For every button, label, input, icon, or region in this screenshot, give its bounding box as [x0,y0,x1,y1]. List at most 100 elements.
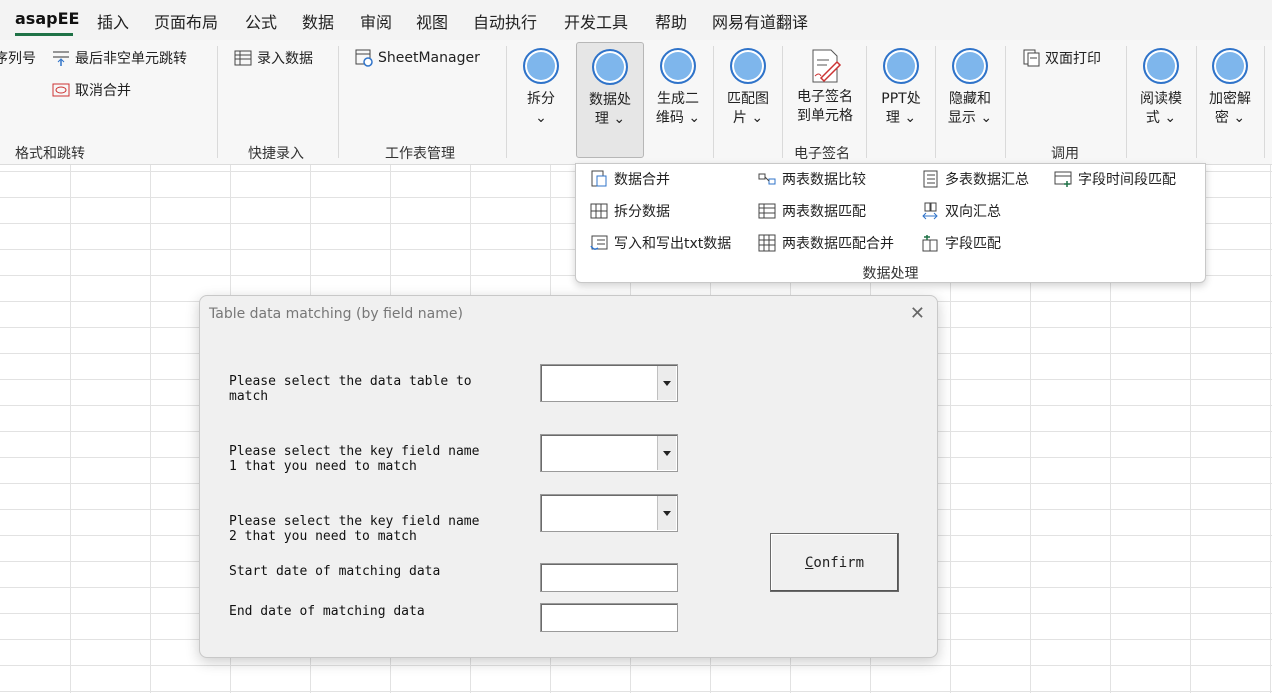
menu-bar: asapEE 插入 页面布局 公式 数据 审阅 视图 自动执行 开发工具 帮助 … [0,0,1272,40]
unmerge-button[interactable]: 取消合并 [52,79,131,101]
e-signature-button[interactable]: 电子签名 到单元格 [790,46,860,136]
label-select-table: Please select the data table to match [229,374,472,404]
menu-item-match-merge-two-tables[interactable]: 两表数据匹配合并 [758,231,894,255]
signature-pen-icon [807,48,843,84]
ribbon-separator [1126,46,1127,158]
ribbon: 序列号 最后非空单元跳转 取消合并 格式和跳转 录入数据 快捷录入 SheetM… [0,40,1272,165]
unmerge-icon [52,81,70,99]
generate-qrcode-button[interactable]: 生成二 维码 ⌄ [648,46,708,136]
menu-item-label: 拆分数据 [614,204,670,220]
ribbon-separator [782,46,783,158]
tab-automate[interactable]: 自动执行 [473,9,537,33]
group-label-sheet-management: 工作表管理 [385,146,455,162]
tab-asapee[interactable]: asapEE [15,9,79,28]
dialog-title: Table data matching (by field name) [209,306,463,322]
label-end-date: End date of matching data [229,604,425,619]
table-data-matching-dialog: Table data matching (by field name) ✕ Pl… [199,295,938,658]
ribbon-separator [506,46,507,158]
ribbon-separator [1196,46,1197,158]
menu-item-multi-table-summary[interactable]: 多表数据汇总 [921,167,1029,191]
circle-icon [883,48,919,84]
chevron-down-icon[interactable] [657,366,676,400]
sheet-manager-label: SheetManager [378,50,480,66]
duplex-print-button[interactable]: 双面打印 [1022,47,1101,69]
tab-view[interactable]: 视图 [416,9,448,33]
circle-icon [952,48,988,84]
reading-mode-button[interactable]: 阅读模 式 ⌄ [1131,46,1191,136]
unmerge-label: 取消合并 [75,83,131,99]
reading-mode-label: 阅读模 式 ⌄ [1140,91,1182,126]
tab-formulas[interactable]: 公式 [245,9,277,33]
tab-page-layout[interactable]: 页面布局 [154,9,218,33]
circle-icon [523,48,559,84]
menu-item-compare-two-tables[interactable]: 两表数据比较 [758,167,866,191]
tab-data[interactable]: 数据 [302,9,334,33]
menu-item-match-two-tables[interactable]: 两表数据匹配 [758,199,866,223]
menu-item-label: 两表数据比较 [782,172,866,188]
circle-icon [730,48,766,84]
grid-table-icon [758,234,776,252]
ppt-processing-label: PPT处 理 ⌄ [881,91,921,126]
match-picture-button[interactable]: 匹配图 片 ⌄ [718,46,778,136]
hide-show-button[interactable]: 隐藏和 显示 ⌄ [940,46,1000,136]
menu-item-label: 写入和写出txt数据 [614,236,732,252]
e-signature-label: 电子签名 到单元格 [797,89,853,124]
ppt-processing-button[interactable]: PPT处 理 ⌄ [871,46,931,136]
label-start-date: Start date of matching data [229,564,441,579]
chevron-down-icon[interactable] [657,496,676,530]
group-label-call: 调用 [1051,146,1079,162]
select-table-combo[interactable] [540,364,678,402]
serial-number-button[interactable]: 序列号 [0,47,36,69]
menu-item-label: 多表数据汇总 [945,172,1029,188]
merge-doc-icon [590,170,608,188]
key-field-1-combo[interactable] [540,434,678,472]
menu-item-field-time-match[interactable]: 字段时间段匹配 [1054,167,1176,191]
start-date-input[interactable] [540,563,678,592]
time-match-icon [1054,170,1072,188]
menu-item-data-merge[interactable]: 数据合并 [590,167,670,191]
menu-item-txt-read-write[interactable]: 写入和写出txt数据 [590,231,731,255]
txt-io-icon [590,234,608,252]
menu-item-field-match[interactable]: 字段匹配 [921,231,1001,255]
data-processing-dropdown: 数据合并 两表数据比较 多表数据汇总 字段时间段匹配 拆分数据 两表数据匹配 双… [575,163,1206,283]
dropdown-group-label: 数据处理 [862,266,919,282]
serial-number-label: 序列号 [0,51,36,67]
menu-item-bidirectional-summary[interactable]: 双向汇总 [921,199,1001,223]
data-processing-label: 数据处 理 ⌄ [589,92,631,127]
active-tab-underline [15,33,73,36]
confirm-button[interactable]: Confirm [770,533,899,592]
encrypt-decrypt-button[interactable]: 加密解 密 ⌄ [1200,46,1260,136]
ribbon-separator [866,46,867,158]
tab-youdao-translate[interactable]: 网易有道翻译 [712,9,808,33]
hide-show-label: 隐藏和 显示 ⌄ [947,91,993,126]
confirm-mnemonic: C [804,554,814,571]
bidirectional-icon [921,202,939,220]
end-date-input[interactable] [540,603,678,632]
group-label-quick-entry: 快捷录入 [248,146,304,162]
last-nonempty-jump-button[interactable]: 最后非空单元跳转 [52,47,187,69]
split-table-icon [590,202,608,220]
menu-item-label: 双向汇总 [945,204,1001,220]
tab-insert[interactable]: 插入 [97,9,129,33]
list-summary-icon [921,170,939,188]
label-key-field-1: Please select the key field name 1 that … [229,444,480,474]
menu-item-split-data[interactable]: 拆分数据 [590,199,670,223]
menu-item-label: 数据合并 [614,172,670,188]
ribbon-separator [217,46,218,158]
label-key-field-2: Please select the key field name 2 that … [229,514,480,544]
tab-help[interactable]: 帮助 [655,9,687,33]
tab-developer[interactable]: 开发工具 [564,9,628,33]
data-processing-button[interactable]: 数据处 理 ⌄ [576,42,644,158]
sheet-manager-button[interactable]: SheetManager [355,47,480,69]
tab-review[interactable]: 审阅 [360,9,392,33]
data-entry-button[interactable]: 录入数据 [234,47,313,69]
jump-lines-icon [52,49,70,67]
ribbon-separator [935,46,936,158]
table-icon [758,202,776,220]
key-field-2-combo[interactable] [540,494,678,532]
chevron-down-icon[interactable] [657,436,676,470]
close-icon[interactable]: ✕ [910,303,925,324]
sheet-gear-icon [355,49,373,67]
duplex-print-label: 双面打印 [1045,51,1101,67]
split-button[interactable]: 拆分 ⌄ [511,46,571,136]
